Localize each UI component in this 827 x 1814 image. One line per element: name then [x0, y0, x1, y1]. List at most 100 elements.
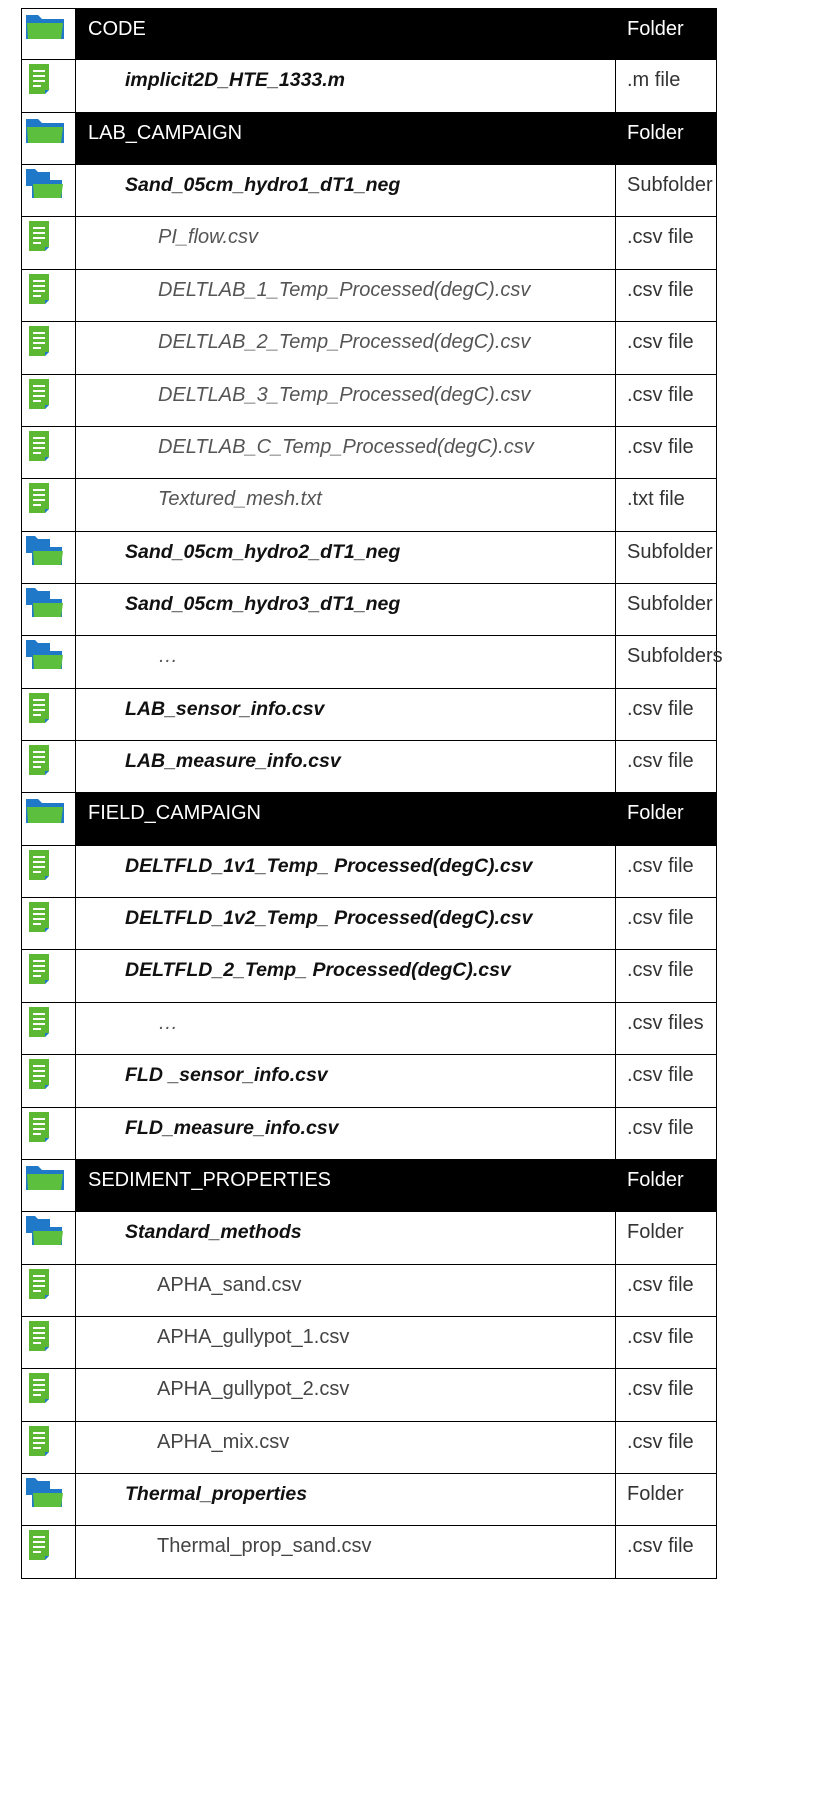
item-name: PI_flow.csv [158, 226, 259, 249]
folder-icon [22, 9, 75, 59]
type-cell: .csv file [615, 898, 716, 950]
type-cell: .csv file [615, 950, 716, 1002]
name-cell: DELTLAB_3_Temp_Processed(degC).csv [75, 374, 615, 426]
table-row-6[interactable]: DELTLAB_1_Temp_Processed(degC).csv .csv … [21, 269, 717, 323]
table-row-28[interactable]: APHA_mix.csv .csv file [21, 1421, 717, 1475]
document-icon [22, 1369, 75, 1420]
item-type: Subfolder [627, 592, 713, 615]
table-row-30[interactable]: Thermal_prop_sand.csv .csv file [21, 1526, 717, 1579]
table-row-17[interactable]: DELTFLD_1v1_Temp_ Processed(degC).csv .c… [21, 845, 717, 899]
item-type: .csv file [627, 907, 694, 930]
name-cell: LAB_sensor_info.csv [75, 688, 615, 741]
table-row-11[interactable]: Sand_05cm_hydro2_dT1_neg Subfolder [21, 531, 717, 584]
item-type: Subfolders [627, 645, 723, 668]
table-row-20[interactable]: … .csv files [21, 1002, 717, 1056]
table-row-14[interactable]: LAB_sensor_info.csv .csv file [21, 688, 717, 742]
item-name: DELTLAB_C_Temp_Processed(degC).csv [158, 435, 534, 458]
table-row-24[interactable]: Standard_methods Folder [21, 1212, 717, 1265]
type-cell: .csv file [615, 688, 716, 741]
item-name: … [158, 1011, 178, 1034]
document-icon [22, 689, 75, 740]
table-row-26[interactable]: APHA_gullypot_1.csv .csv file [21, 1316, 717, 1370]
item-type: .csv file [627, 750, 694, 773]
item-type: Folder [627, 802, 684, 825]
table-row-1[interactable]: CODE Folder [21, 8, 717, 61]
item-name: SEDIMENT_PROPERTIES [88, 1168, 332, 1191]
type-cell: .csv files [615, 1002, 716, 1055]
name-cell: SEDIMENT_PROPERTIES [75, 1159, 615, 1212]
type-cell: .csv file [615, 1316, 716, 1369]
table-row-27[interactable]: APHA_gullypot_2.csv .csv file [21, 1369, 717, 1422]
name-cell: Thermal_properties [75, 1474, 615, 1526]
item-name: DELTFLD_2_Temp_ Processed(degC).csv [125, 959, 511, 982]
table-row-16[interactable]: FIELD_CAMPAIGN Folder [21, 793, 717, 846]
name-cell: DELTLAB_1_Temp_Processed(degC).csv [75, 269, 615, 322]
document-icon [22, 741, 75, 792]
name-cell: Sand_05cm_hydro3_dT1_neg [75, 583, 615, 636]
type-cell: .csv file [615, 1421, 716, 1474]
item-type: .csv files [627, 1011, 704, 1034]
item-name: APHA_gullypot_2.csv [157, 1378, 350, 1401]
type-cell: Subfolders [615, 636, 723, 688]
table-row-21[interactable]: FLD _sensor_info.csv .csv file [21, 1055, 717, 1108]
name-cell: Standard_methods [75, 1212, 615, 1264]
name-cell: APHA_gullypot_2.csv [75, 1369, 615, 1421]
item-name: APHA_mix.csv [157, 1430, 290, 1453]
name-cell: … [75, 636, 615, 688]
item-type: .csv file [627, 1064, 694, 1087]
item-type: .csv file [627, 1378, 694, 1401]
table-row-22[interactable]: FLD_measure_info.csv .csv file [21, 1107, 717, 1160]
name-cell: … [75, 1002, 615, 1055]
item-name: DELTLAB_1_Temp_Processed(degC).csv [158, 278, 531, 301]
table-row-29[interactable]: Thermal_properties Folder [21, 1474, 717, 1527]
item-type: .csv file [627, 331, 694, 354]
type-cell: .csv file [615, 426, 716, 479]
table-row-12[interactable]: Sand_05cm_hydro3_dT1_neg Subfolder [21, 583, 717, 637]
item-type: Folder [627, 18, 684, 40]
item-type: Folder [627, 121, 684, 144]
type-cell: Folder [615, 112, 716, 165]
table-row-8[interactable]: DELTLAB_3_Temp_Processed(degC).csv .csv … [21, 374, 717, 427]
item-name: Standard_methods [125, 1221, 302, 1244]
name-cell: CODE [75, 9, 615, 60]
item-type: .csv file [627, 226, 694, 249]
name-cell: LAB_measure_info.csv [75, 741, 615, 793]
table-row-13[interactable]: … Subfolders [21, 636, 723, 689]
table-row-15[interactable]: LAB_measure_info.csv .csv file [21, 741, 717, 794]
type-cell: .csv file [615, 374, 716, 426]
item-name: Sand_05cm_hydro2_dT1_neg [125, 540, 401, 563]
table-row-23[interactable]: SEDIMENT_PROPERTIES Folder [21, 1159, 717, 1213]
table-row-19[interactable]: DELTFLD_2_Temp_ Processed(degC).csv .csv… [21, 950, 717, 1003]
type-cell: Folder [615, 9, 716, 60]
type-cell: Folder [615, 1159, 716, 1212]
item-type: .csv file [627, 1535, 694, 1558]
table-row-18[interactable]: DELTFLD_1v2_Temp_ Processed(degC).csv .c… [21, 898, 717, 951]
item-name: APHA_gullypot_1.csv [157, 1325, 350, 1348]
document-icon [22, 1055, 75, 1106]
item-name: Textured_mesh.txt [158, 488, 322, 511]
name-cell: FLD_measure_info.csv [75, 1107, 615, 1159]
table-row-4[interactable]: Sand_05cm_hydro1_dT1_neg Subfolder [21, 165, 717, 218]
name-cell: Sand_05cm_hydro1_dT1_neg [75, 165, 615, 217]
table-row-7[interactable]: DELTLAB_2_Temp_Processed(degC).csv .csv … [21, 322, 717, 375]
name-cell: LAB_CAMPAIGN [75, 112, 615, 165]
table-row-2[interactable]: implicit2D_HTE_1333.m .m file [21, 60, 717, 113]
item-type: .txt file [627, 488, 685, 511]
table-row-25[interactable]: APHA_sand.csv .csv file [21, 1264, 717, 1317]
table-row-9[interactable]: DELTLAB_C_Temp_Processed(degC).csv .csv … [21, 426, 717, 480]
table-row-5[interactable]: PI_flow.csv .csv file [21, 217, 717, 270]
type-cell: Folder [615, 1212, 716, 1264]
item-name: implicit2D_HTE_1333.m [125, 69, 346, 92]
type-cell: .csv file [615, 741, 716, 793]
table-row-3[interactable]: LAB_CAMPAIGN Folder [21, 112, 717, 166]
folder-icon [22, 1160, 75, 1211]
item-name: DELTFLD_1v1_Temp_ Processed(degC).csv [125, 854, 533, 877]
item-name: APHA_sand.csv [157, 1273, 302, 1296]
item-name: CODE [88, 18, 146, 40]
table-row-10[interactable]: Textured_mesh.txt .txt file [21, 479, 717, 532]
item-name: Thermal_properties [125, 1483, 308, 1506]
item-type: .m file [627, 69, 681, 92]
document-icon [22, 270, 75, 321]
name-cell: PI_flow.csv [75, 217, 615, 269]
item-name: FLD _sensor_info.csv [125, 1064, 328, 1087]
